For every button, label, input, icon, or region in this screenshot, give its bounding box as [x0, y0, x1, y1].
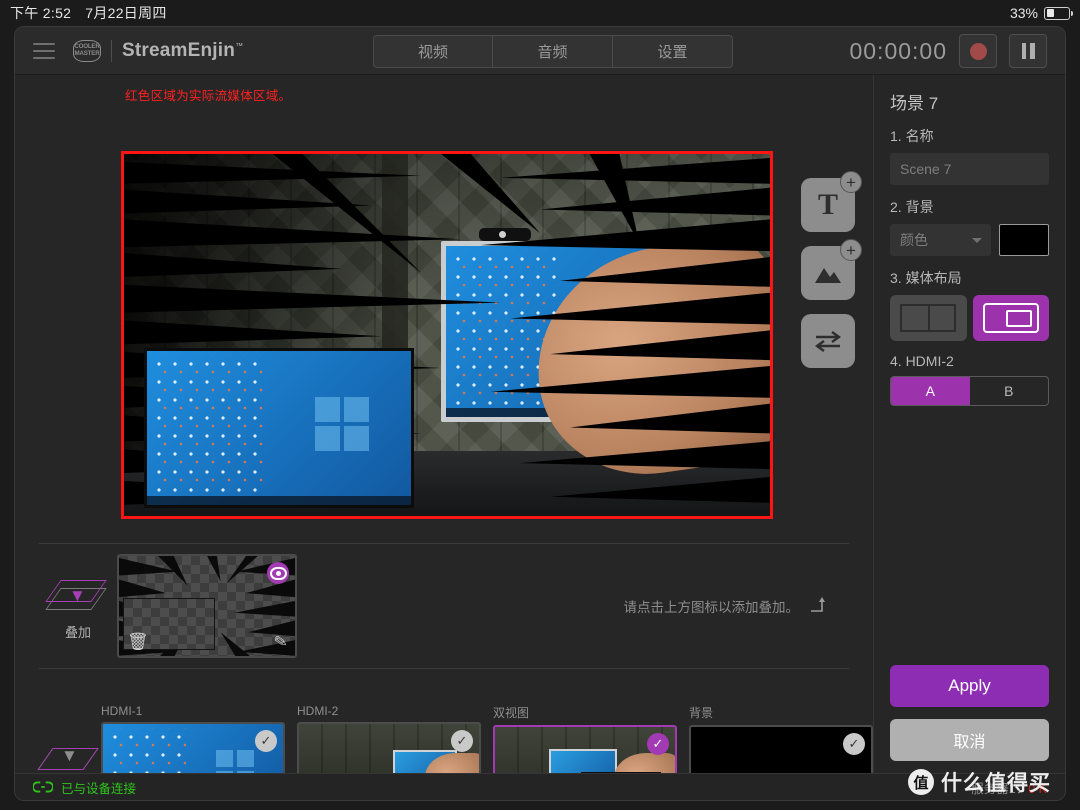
- media-select-check[interactable]: ✓: [647, 733, 669, 755]
- app-window: COOLER MASTER StreamEnjin™ 视频 音频 设置 00:0…: [14, 26, 1066, 801]
- preview-canvas[interactable]: e Name / Informati: [121, 151, 773, 519]
- label-step-1: 1. 名称: [890, 128, 934, 144]
- text-icon: T: [817, 188, 838, 221]
- hdmi2-option-b[interactable]: B: [970, 377, 1049, 405]
- pip-layout-option[interactable]: [972, 295, 1049, 341]
- pip-windows-logo-icon: [314, 397, 369, 452]
- hdmi2-option-a[interactable]: A: [891, 377, 970, 405]
- preview-tool-column: T + +: [801, 171, 862, 368]
- background-color-swatch[interactable]: [999, 224, 1049, 256]
- overlay-thumbnail[interactable]: 🗑 ✎: [117, 554, 297, 658]
- os-status-right: 33%: [1009, 5, 1073, 21]
- hamburger-menu-icon[interactable]: [33, 42, 55, 59]
- record-button[interactable]: [959, 34, 997, 68]
- panel-scene-title: 场景 7: [890, 94, 939, 113]
- media-card-title: HDMI-1: [101, 704, 143, 718]
- media-card-title: HDMI-2: [297, 704, 339, 718]
- delete-overlay-icon[interactable]: 🗑: [127, 632, 149, 652]
- chevron-down-icon: [972, 237, 982, 243]
- left-column: 红色区域为实际流媒体区域。 e Name / Informati: [15, 75, 873, 800]
- split-layout-icon: [900, 304, 957, 332]
- brand-divider: [111, 39, 112, 62]
- app-title-text: StreamEnjin: [122, 39, 236, 61]
- tab-audio[interactable]: 音频: [493, 35, 613, 68]
- split-layout-option[interactable]: [890, 295, 967, 341]
- edit-overlay-icon[interactable]: ✎: [272, 631, 289, 653]
- link-icon: [33, 781, 53, 793]
- clock-time: 下午 2:52: [10, 5, 72, 21]
- overlay-divider-bottom: [39, 668, 849, 669]
- overlay-strip: ▼ 叠加 🗑 ✎ 请点击上方图标以添加叠加。: [15, 544, 873, 668]
- pip-layout-icon: [982, 303, 1039, 333]
- cancel-button[interactable]: 取消: [890, 719, 1049, 761]
- trademark-symbol: ™: [235, 41, 244, 51]
- preview-webcam: [479, 228, 532, 242]
- hdmi2-ab-toggle: A B: [890, 376, 1049, 406]
- logo-line-2: MASTER: [74, 49, 100, 57]
- overlay-hint-block: 请点击上方图标以添加叠加。: [624, 596, 828, 616]
- app-body: 红色区域为实际流媒体区域。 e Name / Informati: [15, 75, 1065, 800]
- label-step-4: 4. HDMI-2: [890, 353, 954, 369]
- add-text-plus-icon: +: [840, 171, 862, 193]
- label-step-2: 2. 背景: [890, 199, 934, 215]
- media-card-title: 背景: [689, 706, 714, 720]
- add-image-plus-icon: +: [840, 239, 862, 261]
- panel-action-buttons: Apply 取消: [890, 665, 1049, 761]
- battery-percent: 33%: [1009, 5, 1038, 21]
- app-header: COOLER MASTER StreamEnjin™ 视频 音频 设置 00:0…: [15, 27, 1065, 75]
- preview-pip-window[interactable]: [144, 348, 414, 508]
- watermark-badge: 值: [908, 769, 934, 795]
- overlay-label: 叠加: [64, 624, 91, 640]
- main-tabs: 视频 音频 设置: [373, 35, 733, 68]
- media-arrow-icon: ▼: [61, 746, 78, 765]
- watermark: 值 什么值得买: [908, 767, 1051, 797]
- app-title: StreamEnjin™: [122, 40, 243, 62]
- pause-button[interactable]: [1009, 34, 1047, 68]
- header-controls: 00:00:00: [849, 27, 1047, 75]
- add-image-button[interactable]: +: [801, 239, 862, 300]
- media-select-check[interactable]: ✓: [843, 733, 865, 755]
- tab-video[interactable]: 视频: [373, 35, 493, 68]
- layout-options: [890, 295, 1049, 341]
- record-icon: [969, 42, 987, 60]
- media-select-check[interactable]: ✓: [255, 730, 277, 752]
- pip-desktop-icons: [151, 355, 268, 497]
- visibility-icon[interactable]: [267, 562, 289, 584]
- scene-settings-panel: 场景 7 1. 名称 2. 背景 颜色 3. 媒体布局 4.: [873, 75, 1065, 775]
- tab-settings[interactable]: 设置: [613, 35, 733, 68]
- os-status-left: 下午 2:52 7月22日周四: [10, 3, 167, 23]
- hint-arrow-icon: [811, 597, 825, 612]
- pause-icon: [1021, 43, 1035, 59]
- overlay-hint-text: 请点击上方图标以添加叠加。: [623, 600, 800, 615]
- media-card-title: 双视图: [493, 706, 530, 720]
- image-icon: [815, 268, 841, 283]
- add-text-button[interactable]: T +: [801, 171, 862, 232]
- swap-sources-button[interactable]: [801, 314, 855, 368]
- label-step-3: 3. 媒体布局: [890, 270, 962, 286]
- pip-taskbar: [147, 496, 411, 505]
- scene-name-input[interactable]: [890, 153, 1049, 185]
- cooler-master-logo-icon: COOLER MASTER: [73, 39, 101, 62]
- background-type-select[interactable]: 颜色: [890, 224, 991, 256]
- recording-timer: 00:00:00: [849, 37, 947, 64]
- preview-annotation: 红色区域为实际流媒体区域。: [125, 89, 292, 103]
- apply-button[interactable]: Apply: [890, 665, 1049, 707]
- overlay-arrow-icon: ▼: [69, 585, 86, 605]
- overlay-stack-icon: ▼: [45, 572, 107, 616]
- background-row: 颜色: [890, 224, 1049, 256]
- media-stack-icon: ▼: [37, 732, 99, 776]
- background-type-value: 颜色: [900, 232, 928, 248]
- swap-icon: [814, 331, 842, 352]
- os-status-bar: 下午 2:52 7月22日周四 33%: [0, 0, 1080, 26]
- battery-icon: [1044, 6, 1073, 20]
- media-select-check[interactable]: ✓: [451, 730, 473, 752]
- clock-date: 7月22日周四: [85, 5, 167, 21]
- connection-status: 已与设备连接: [61, 781, 137, 796]
- overlay-section: ▼ 叠加 🗑 ✎ 请点击上方图标以添加叠加。: [15, 543, 873, 669]
- brand-block: COOLER MASTER StreamEnjin™: [73, 39, 243, 62]
- overlay-label-block: ▼ 叠加: [39, 572, 117, 641]
- watermark-text: 什么值得买: [941, 772, 1051, 795]
